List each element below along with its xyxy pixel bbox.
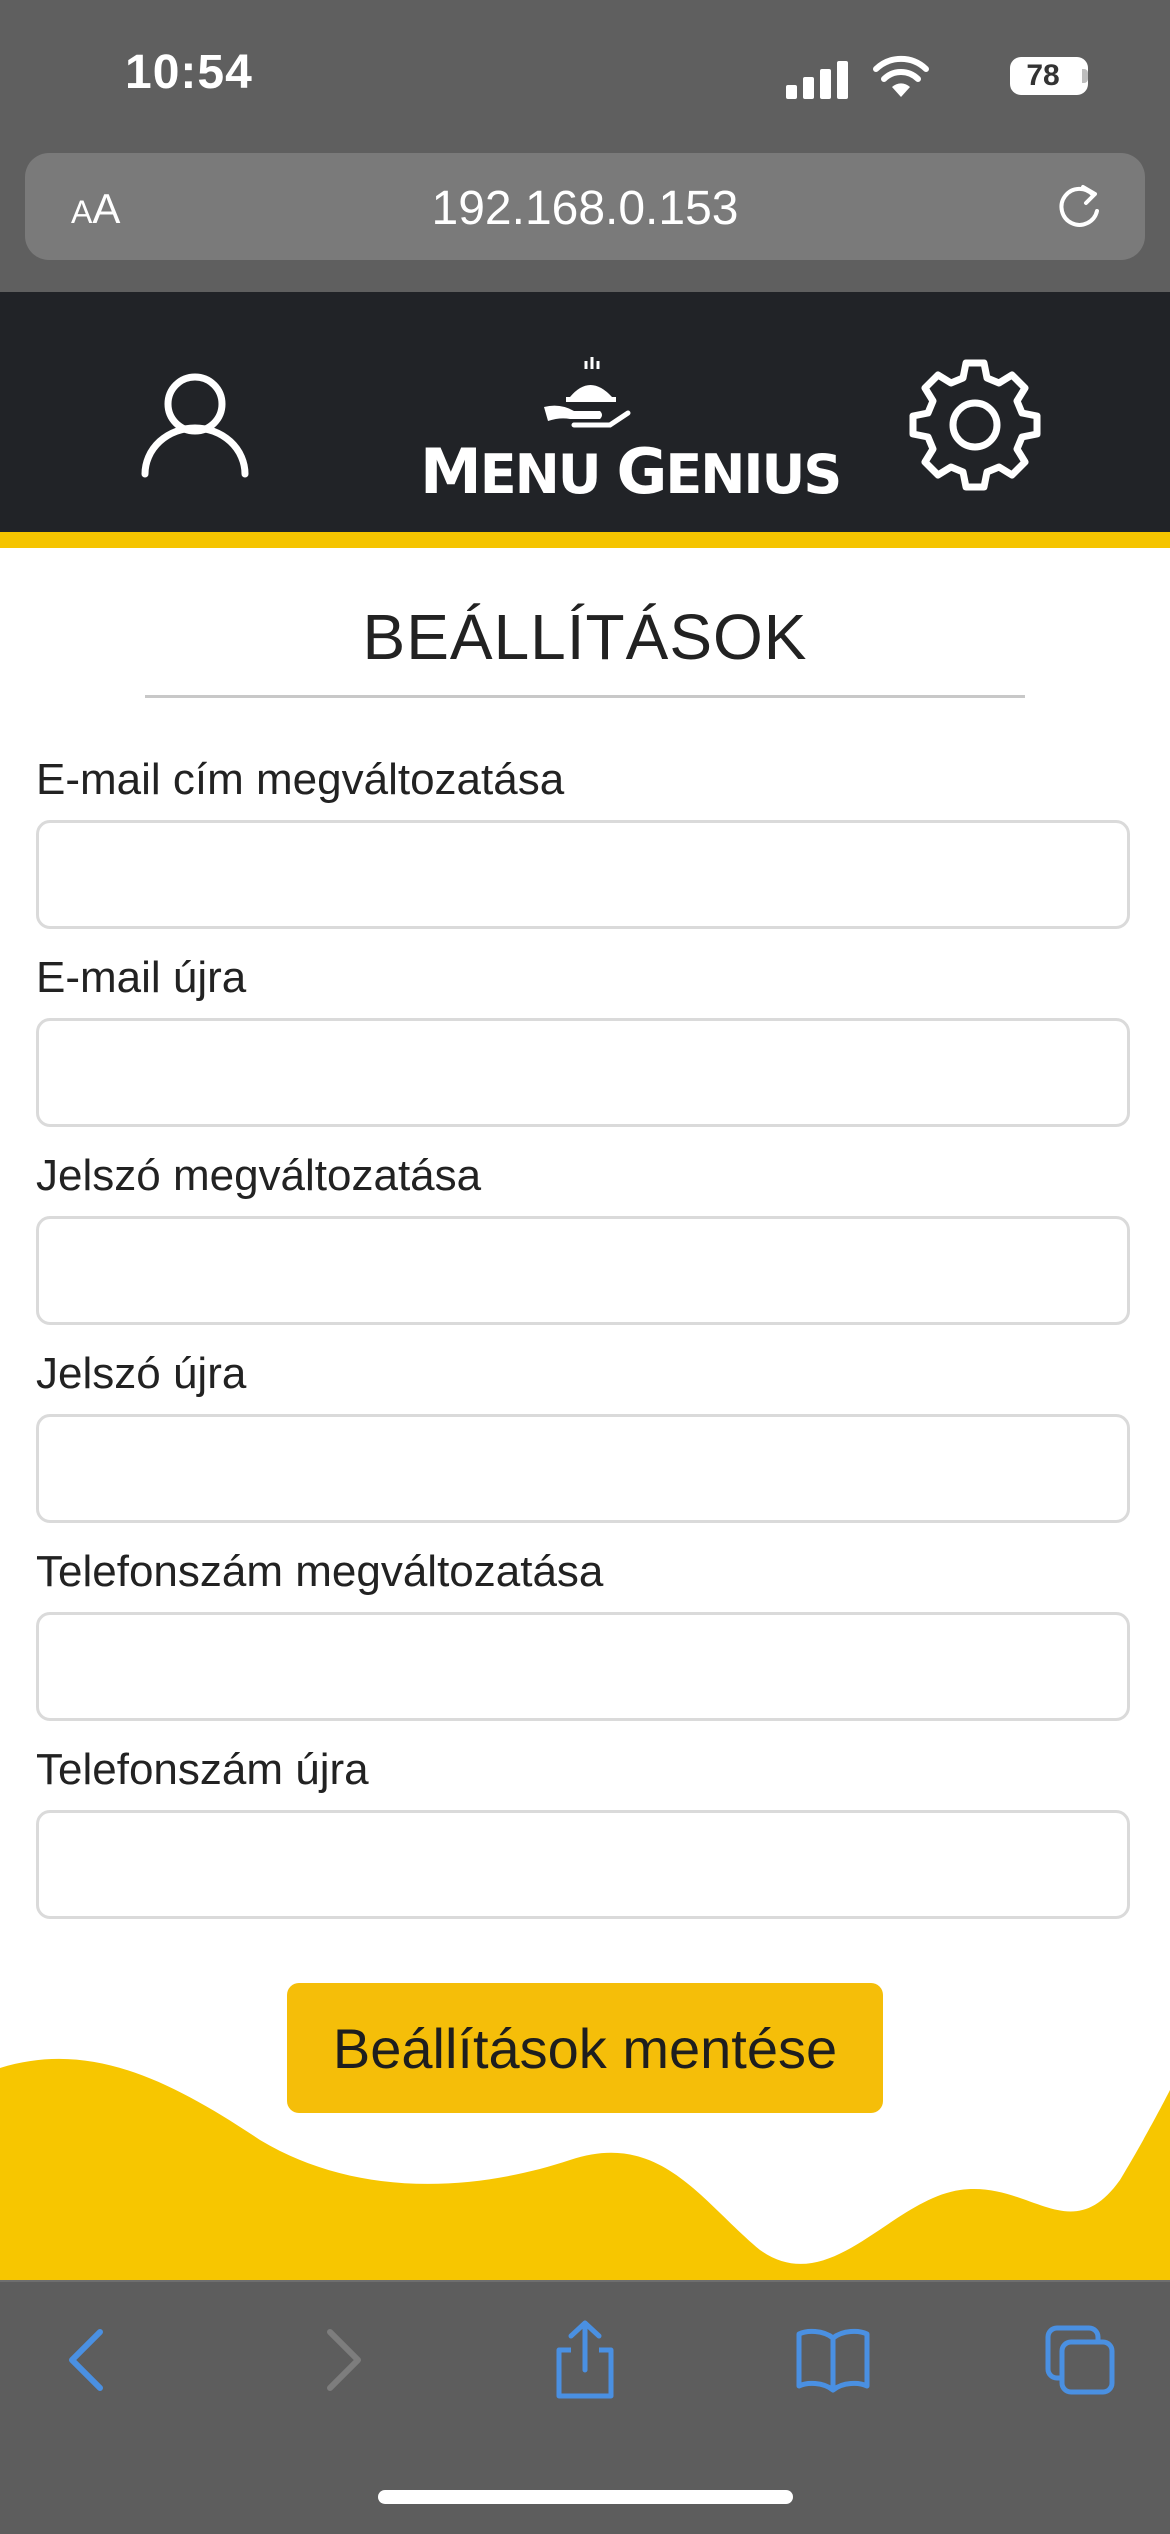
logo-text: MENU GENIUS (420, 435, 842, 508)
battery-percent: 78 (1026, 59, 1060, 92)
phone-repeat-label: Telefonszám újra (36, 1745, 369, 1794)
forward-icon[interactable] (300, 2320, 380, 2400)
header-accent-stripe (0, 532, 1170, 548)
email-change-input[interactable] (36, 820, 1130, 929)
profile-icon[interactable] (140, 370, 250, 480)
page-title: BEÁLLÍTÁSOK (362, 601, 808, 673)
wifi-icon (873, 55, 929, 97)
tabs-icon[interactable] (1040, 2320, 1120, 2400)
battery-icon: 78 (1010, 57, 1088, 95)
url-bar[interactable]: AA 192.168.0.153 (25, 153, 1145, 260)
menu-genius-logo[interactable]: MENU GENIUS (420, 355, 842, 508)
title-divider (145, 695, 1025, 698)
email-change-label: E-mail cím megváltozatása (36, 755, 565, 804)
save-settings-button[interactable]: Beállítások mentése (287, 1983, 883, 2113)
phone-repeat-input[interactable] (36, 1810, 1130, 1919)
password-change-input[interactable] (36, 1216, 1130, 1325)
browser-url-area: AA 192.168.0.153 (0, 150, 1170, 292)
phone-change-input[interactable] (36, 1612, 1130, 1721)
signal-icon (786, 59, 850, 99)
reload-icon[interactable] (1053, 181, 1105, 233)
logo-icon (544, 357, 631, 428)
email-repeat-label: E-mail újra (36, 953, 247, 1002)
password-repeat-input[interactable] (36, 1414, 1130, 1523)
settings-icon[interactable] (905, 355, 1045, 495)
status-bar: 10:54 78 (0, 0, 1170, 150)
status-icons: 78 (700, 55, 1100, 105)
back-icon[interactable] (50, 2320, 130, 2400)
status-time: 10:54 (125, 46, 253, 99)
bookmarks-icon[interactable] (793, 2320, 873, 2400)
url-text[interactable]: 192.168.0.153 (25, 181, 1145, 236)
share-icon[interactable] (545, 2320, 625, 2400)
password-repeat-label: Jelszó újra (36, 1349, 247, 1398)
phone-change-label: Telefonszám megváltozatása (36, 1547, 604, 1596)
email-repeat-input[interactable] (36, 1018, 1130, 1127)
home-indicator (378, 2490, 793, 2504)
password-change-label: Jelszó megváltozatása (36, 1151, 482, 1200)
